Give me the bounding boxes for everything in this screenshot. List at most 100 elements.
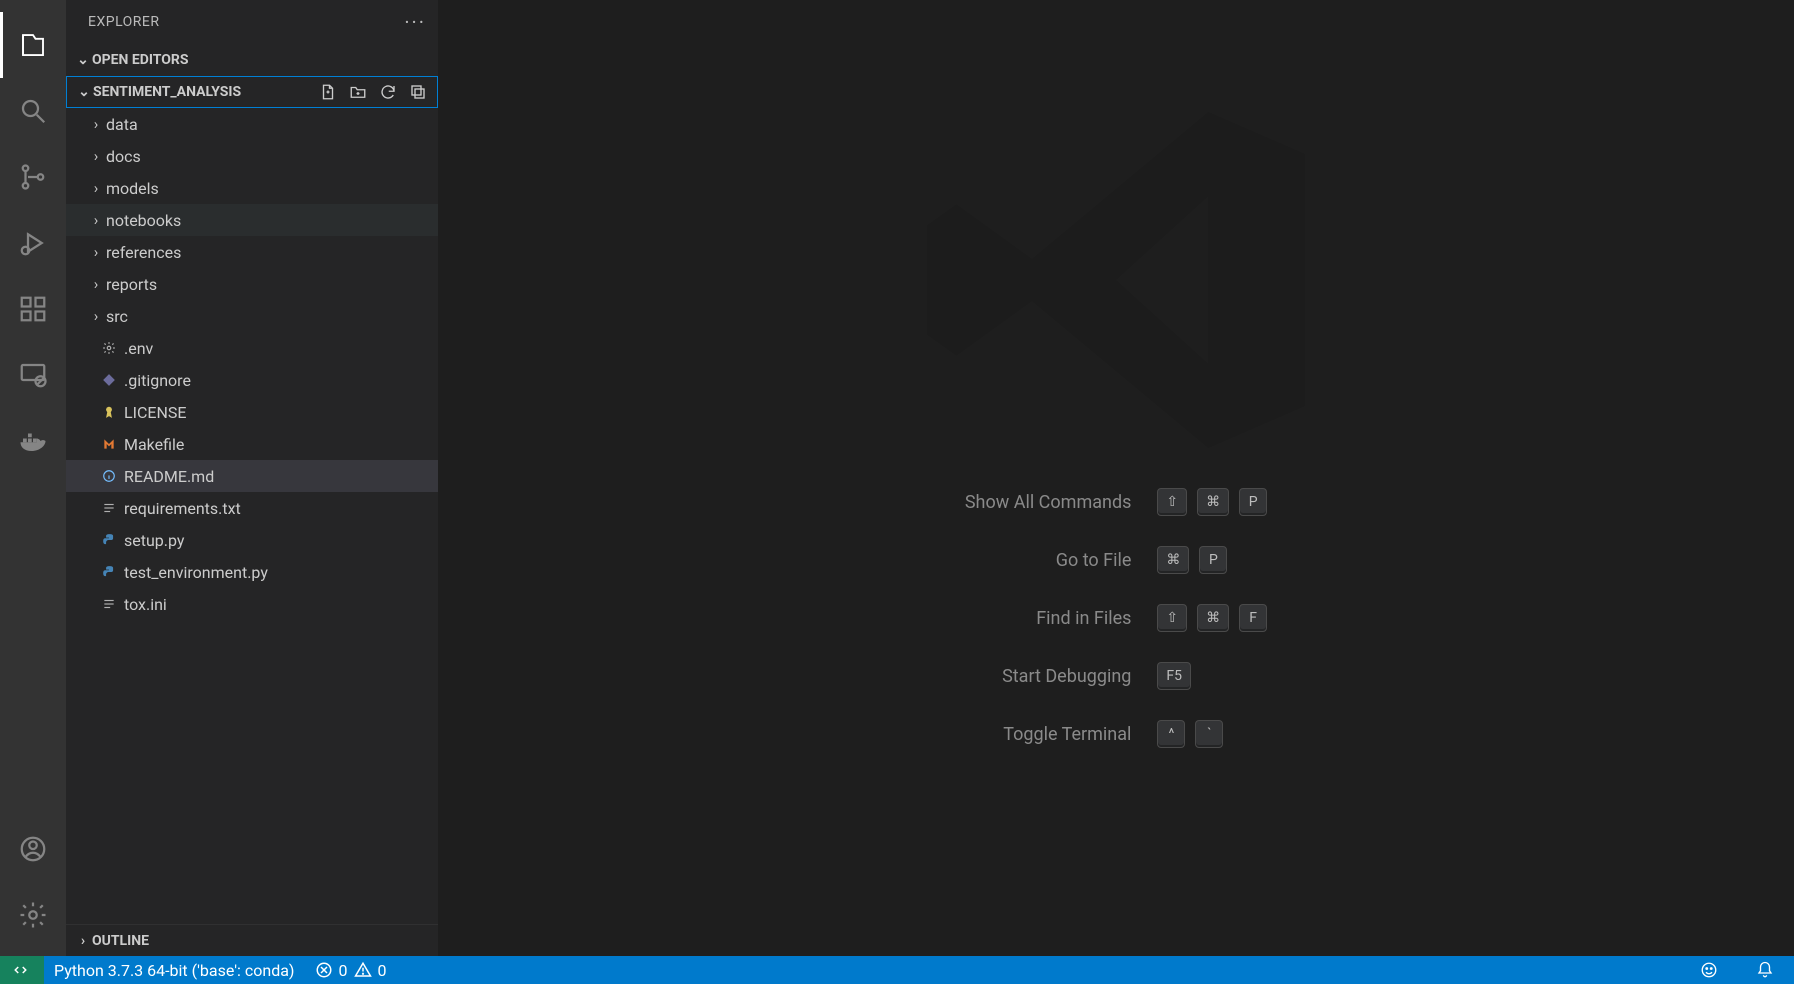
file-type-icon: [98, 437, 120, 451]
sidebar: EXPLORER ··· ⌄ OPEN EDITORS ⌄ SENTIMENT_…: [66, 0, 438, 956]
source-control-icon[interactable]: [0, 144, 66, 210]
folder-item[interactable]: ›references: [66, 236, 438, 268]
outline-label: OUTLINE: [92, 933, 149, 949]
file-item[interactable]: .gitignore: [66, 364, 438, 396]
folder-label: data: [106, 115, 138, 134]
file-item[interactable]: LICENSE: [66, 396, 438, 428]
folder-item[interactable]: ›notebooks: [66, 204, 438, 236]
file-item[interactable]: test_environment.py: [66, 556, 438, 588]
file-item[interactable]: Makefile: [66, 428, 438, 460]
key: P: [1199, 546, 1227, 574]
file-type-icon: [98, 341, 120, 355]
chevron-down-icon: ⌄: [75, 84, 93, 100]
file-label: setup.py: [124, 531, 184, 550]
docker-icon[interactable]: [0, 408, 66, 474]
new-folder-icon[interactable]: [349, 83, 367, 101]
debug-icon[interactable]: [0, 210, 66, 276]
remote-explorer-icon[interactable]: [0, 342, 66, 408]
file-item[interactable]: README.md: [66, 460, 438, 492]
key: `: [1195, 720, 1223, 748]
file-type-icon: [98, 565, 120, 579]
file-label: LICENSE: [124, 403, 186, 422]
file-label: requirements.txt: [124, 499, 241, 518]
folder-label: models: [106, 179, 159, 198]
more-actions-icon[interactable]: ···: [404, 10, 426, 34]
sidebar-header: EXPLORER ···: [66, 0, 438, 44]
folder-label: references: [106, 243, 181, 262]
file-type-icon: [98, 501, 120, 515]
project-name: SENTIMENT_ANALYSIS: [93, 84, 241, 100]
open-editors-label: OPEN EDITORS: [92, 52, 189, 68]
editor-area: Show All Commands⇧⌘PGo to File⌘PFind in …: [438, 0, 1794, 956]
notifications-icon[interactable]: [1746, 956, 1784, 984]
file-label: Makefile: [124, 435, 184, 454]
key: ⇧: [1157, 604, 1187, 632]
status-bar: Python 3.7.3 64-bit ('base': conda) 0 0: [0, 956, 1794, 984]
feedback-icon[interactable]: [1690, 956, 1728, 984]
file-item[interactable]: .env: [66, 332, 438, 364]
project-section[interactable]: ⌄ SENTIMENT_ANALYSIS: [66, 76, 438, 108]
folder-item[interactable]: ›data: [66, 108, 438, 140]
chevron-right-icon: ›: [86, 243, 106, 261]
command-label: Go to File: [965, 550, 1132, 571]
python-interpreter[interactable]: Python 3.7.3 64-bit ('base': conda): [44, 956, 305, 984]
folder-label: src: [106, 307, 128, 326]
file-type-icon: [98, 405, 120, 419]
chevron-right-icon: ›: [86, 307, 106, 325]
folder-label: reports: [106, 275, 157, 294]
command-label: Toggle Terminal: [965, 724, 1132, 745]
chevron-right-icon: ›: [86, 147, 106, 165]
key: ⌘: [1157, 546, 1189, 574]
welcome-commands: Show All Commands⇧⌘PGo to File⌘PFind in …: [965, 488, 1267, 748]
command-keys: ^`: [1157, 720, 1267, 748]
file-item[interactable]: requirements.txt: [66, 492, 438, 524]
error-icon: [315, 961, 333, 979]
search-icon[interactable]: [0, 78, 66, 144]
warning-count: 0: [378, 961, 387, 980]
python-interpreter-label: Python 3.7.3 64-bit ('base': conda): [54, 961, 295, 980]
file-label: test_environment.py: [124, 563, 268, 582]
folder-item[interactable]: ›models: [66, 172, 438, 204]
problems-status[interactable]: 0 0: [305, 956, 397, 984]
chevron-right-icon: ›: [86, 211, 106, 229]
folder-label: docs: [106, 147, 141, 166]
key: F: [1239, 604, 1267, 632]
folder-item[interactable]: ›src: [66, 300, 438, 332]
folder-item[interactable]: ›docs: [66, 140, 438, 172]
accounts-icon[interactable]: [0, 816, 66, 882]
vscode-logo: [906, 70, 1326, 494]
chevron-right-icon: ›: [86, 275, 106, 293]
file-type-icon: [98, 533, 120, 547]
chevron-down-icon: ⌄: [74, 52, 92, 68]
new-file-icon[interactable]: [319, 83, 337, 101]
open-editors-section[interactable]: ⌄ OPEN EDITORS: [66, 44, 438, 76]
folder-label: notebooks: [106, 211, 181, 230]
command-label: Start Debugging: [965, 666, 1132, 687]
key: F5: [1157, 662, 1191, 690]
file-type-icon: [98, 597, 120, 611]
project-actions: [319, 83, 427, 101]
command-label: Show All Commands: [965, 492, 1132, 513]
settings-gear-icon[interactable]: [0, 882, 66, 948]
file-type-icon: [98, 373, 120, 387]
file-item[interactable]: tox.ini: [66, 588, 438, 620]
file-label: README.md: [124, 467, 214, 486]
file-item[interactable]: setup.py: [66, 524, 438, 556]
file-type-icon: [98, 469, 120, 483]
outline-section[interactable]: › OUTLINE: [66, 924, 438, 956]
file-label: tox.ini: [124, 595, 167, 614]
command-keys: F5: [1157, 662, 1267, 690]
file-label: .gitignore: [124, 371, 191, 390]
explorer-icon[interactable]: [0, 12, 66, 78]
chevron-right-icon: ›: [86, 115, 106, 133]
chevron-right-icon: ›: [74, 933, 92, 949]
folder-item[interactable]: ›reports: [66, 268, 438, 300]
remote-button[interactable]: [0, 956, 44, 984]
key: ^: [1157, 720, 1185, 748]
chevron-right-icon: ›: [86, 179, 106, 197]
extensions-icon[interactable]: [0, 276, 66, 342]
command-label: Find in Files: [965, 608, 1132, 629]
command-keys: ⌘P: [1157, 546, 1267, 574]
refresh-icon[interactable]: [379, 83, 397, 101]
collapse-all-icon[interactable]: [409, 83, 427, 101]
